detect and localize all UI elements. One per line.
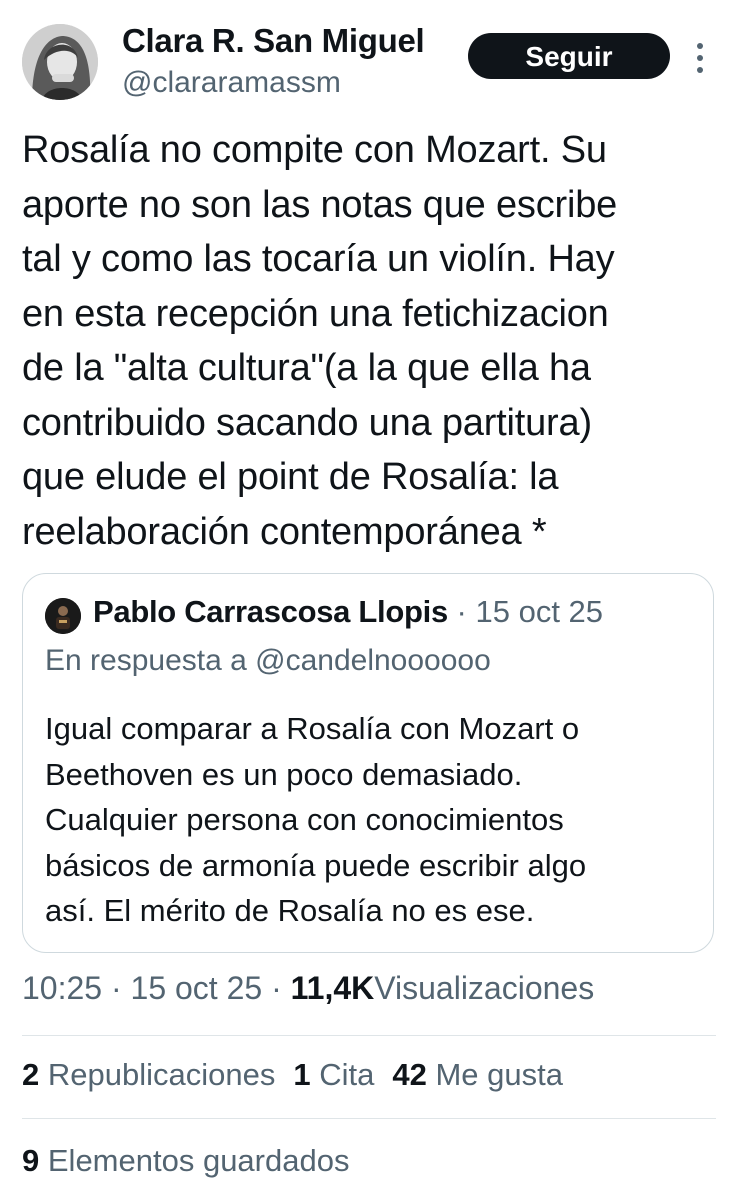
views-count: 11,4K: [290, 970, 375, 1006]
bookmarks-stat[interactable]: 9 Elementos guardados: [22, 1143, 349, 1179]
quotes-label: Cita: [319, 1057, 375, 1092]
tweet-header: Clara R. San Miguel @clararamassm Seguir: [22, 22, 718, 104]
separator: ·: [110, 970, 122, 1006]
divider: [22, 1035, 716, 1036]
bookmarks-count: 9: [22, 1143, 40, 1178]
more-vertical-icon[interactable]: [690, 38, 710, 78]
profile-photo-icon: [45, 598, 81, 634]
tweet-date[interactable]: 15 oct 25: [131, 970, 263, 1006]
quotes-count: 1: [293, 1057, 311, 1092]
reply-to-label: En respuesta a @candelnoooooo: [45, 644, 491, 677]
author-avatar[interactable]: [22, 24, 98, 100]
reposts-count: 2: [22, 1057, 40, 1092]
tweet-time[interactable]: 10:25: [22, 970, 102, 1006]
reposts-label: Republicaciones: [47, 1057, 276, 1092]
likes-count: 42: [392, 1057, 427, 1092]
author-name[interactable]: Clara R. San Miguel: [122, 22, 425, 60]
views-label: Visualizaciones: [374, 970, 595, 1006]
bookmarks-label: Elementos guardados: [47, 1143, 350, 1178]
divider: [22, 1118, 716, 1119]
separator: ·: [271, 970, 282, 1006]
likes-stat[interactable]: 42 Me gusta: [392, 1057, 563, 1093]
engagement-stats: 2 Republicaciones 1 Cita 42 Me gusta: [22, 1057, 581, 1093]
separator: ·: [456, 594, 467, 629]
quoted-author-avatar[interactable]: [45, 598, 81, 634]
quoted-date[interactable]: 15 oct 25: [475, 594, 603, 629]
tweet-meta: 10:25 · 15 oct 25 · 11,4KVisualizaciones: [22, 970, 594, 1007]
reposts-stat[interactable]: 2 Republicaciones: [22, 1057, 275, 1093]
follow-button[interactable]: Seguir: [468, 33, 670, 79]
author-handle[interactable]: @clararamassm: [122, 66, 341, 100]
quoted-header: Pablo Carrascosa Llopis · 15 oct 25: [93, 594, 603, 630]
likes-label: Me gusta: [435, 1057, 563, 1092]
quoted-author-name[interactable]: Pablo Carrascosa Llopis: [93, 594, 448, 629]
quoted-tweet[interactable]: Pablo Carrascosa Llopis · 15 oct 25 En r…: [22, 573, 714, 953]
tweet-detail: Clara R. San Miguel @clararamassm Seguir…: [0, 0, 738, 1200]
quoted-text: Igual comparar a Rosalía con Mozart o Be…: [45, 711, 587, 928]
quotes-stat[interactable]: 1 Cita: [293, 1057, 374, 1093]
tweet-text: Rosalía no compite con Mozart. Su aporte…: [22, 129, 618, 553]
profile-photo-icon: [22, 24, 98, 100]
